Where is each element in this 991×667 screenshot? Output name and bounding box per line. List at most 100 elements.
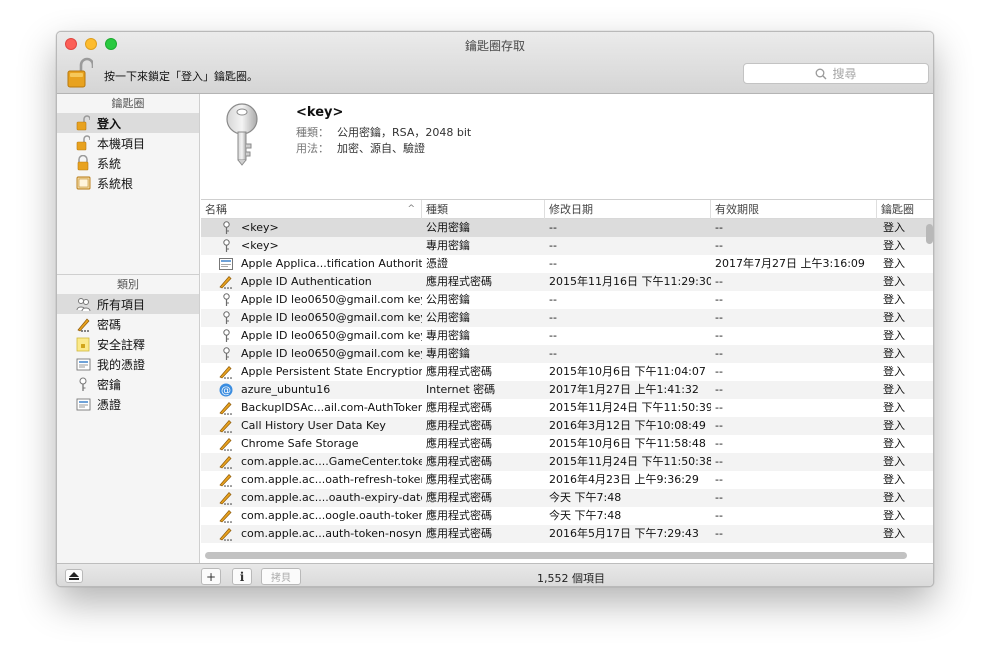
cell-expires: -- bbox=[715, 455, 723, 468]
table-row[interactable]: Apple ID leo0650@gmail.com key 專用密鑰 -- -- 登入 bbox=[201, 327, 933, 345]
cell-kind: 應用程式密碼 bbox=[426, 491, 492, 504]
cell-name: Chrome Safe Storage bbox=[201, 435, 422, 453]
sidebar-item-label: 安全註釋 bbox=[97, 337, 146, 352]
sidebar-item-label: 本機項目 bbox=[97, 136, 146, 151]
cell-name-text: Apple Applica...tification Authority bbox=[241, 257, 422, 270]
cell-kind: 專用密鑰 bbox=[426, 239, 470, 252]
cell-name-text: Chrome Safe Storage bbox=[241, 437, 359, 450]
pencil-icon bbox=[219, 275, 233, 289]
table-row[interactable]: com.apple.ac....GameCenter.token 應用程式密碼 20… bbox=[201, 453, 933, 471]
cell-name-text: Apple ID leo0650@gmail.com key bbox=[241, 329, 422, 342]
cell-modified: 2015年11月24日 下午11:50:38 bbox=[549, 455, 711, 468]
search-icon bbox=[816, 68, 827, 79]
cell-kind: 公用密鑰 bbox=[426, 293, 470, 306]
lock-open-icon bbox=[67, 57, 95, 88]
column-header-name[interactable]: 名稱 ^ bbox=[201, 200, 422, 219]
table-row[interactable]: Apple ID leo0650@gmail.com key 公用密鑰 -- -- 登入 bbox=[201, 291, 933, 309]
sidebar-item-label: 系統 bbox=[97, 156, 122, 171]
table-row[interactable]: BackupIDSAc...ail.com-AuthToken 應用程式密碼 201… bbox=[201, 399, 933, 417]
table-row[interactable]: <key> 公用密鑰 -- -- 登入 bbox=[201, 219, 933, 237]
key-icon bbox=[219, 293, 233, 307]
cell-keychain: 登入 bbox=[883, 311, 905, 324]
sidebar-item-keys[interactable]: 密鑰 bbox=[57, 374, 199, 394]
table-row[interactable]: @ azure_ubuntu16 Internet 密碼 2017年1月27日 上午1… bbox=[201, 381, 933, 399]
add-item-button[interactable]: + bbox=[201, 568, 221, 585]
cell-modified: -- bbox=[549, 221, 557, 234]
table-row[interactable]: <key> 專用密鑰 -- -- 登入 bbox=[201, 237, 933, 255]
lock-keychain-button[interactable] bbox=[67, 57, 95, 89]
column-header-expires[interactable]: 有效期限 bbox=[711, 200, 877, 219]
cell-keychain: 登入 bbox=[883, 257, 905, 270]
cell-expires: -- bbox=[715, 347, 723, 360]
table-row[interactable]: com.apple.ac...oogle.oauth-token 應用程式密碼 今天… bbox=[201, 507, 933, 525]
vertical-scrollbar[interactable] bbox=[926, 224, 933, 244]
show-sidebar-button[interactable] bbox=[65, 569, 83, 583]
item-count: 1,552 個項目 bbox=[537, 572, 605, 585]
horizontal-scrollbar[interactable] bbox=[205, 552, 907, 559]
search-field[interactable]: 搜尋 bbox=[743, 63, 929, 84]
column-header-keychain[interactable]: 鑰匙圈 bbox=[877, 200, 933, 219]
pencil-icon bbox=[75, 316, 91, 332]
sidebar-item-my-certificates[interactable]: 我的憑證 bbox=[57, 354, 199, 374]
item-detail-panel: <key> 種類： 公用密鑰，RSA，2048 bit 用法： 加密、源自、驗證 bbox=[201, 94, 933, 200]
cell-name: Call History User Data Key bbox=[201, 417, 422, 435]
item-usage-label: 用法： bbox=[296, 142, 329, 155]
pencil-icon bbox=[219, 491, 233, 505]
cell-name-text: com.apple.ac...oath-refresh-token bbox=[241, 473, 422, 486]
cell-kind: 應用程式密碼 bbox=[426, 275, 492, 288]
sidebar-item-login[interactable]: 登入 bbox=[57, 113, 199, 133]
cell-name: com.apple.ac....oauth-expiry-date bbox=[201, 489, 422, 507]
search-placeholder: 搜尋 bbox=[832, 67, 857, 81]
table-body: <key> 公用密鑰 -- -- 登入 <key> 專用密鑰 -- -- 登入 Apple Appl… bbox=[201, 219, 933, 543]
table-row[interactable]: com.apple.ac...oath-refresh-token 應用程式密碼 2… bbox=[201, 471, 933, 489]
table-row[interactable]: Apple Persistent State Encryption 應用程式密碼 2… bbox=[201, 363, 933, 381]
cabinet-icon bbox=[75, 175, 91, 191]
pencil-icon bbox=[219, 455, 233, 469]
category-section: 類別 所有項目 密碼 安全註釋 我的憑證 密鑰 憑證 bbox=[57, 275, 199, 414]
cell-name: Apple ID leo0650@gmail.com key bbox=[201, 291, 422, 309]
cell-keychain: 登入 bbox=[883, 509, 905, 522]
sidebar-item-passwords[interactable]: 密碼 bbox=[57, 314, 199, 334]
cell-name: Apple ID leo0650@gmail.com key bbox=[201, 327, 422, 345]
cell-expires: -- bbox=[715, 491, 723, 504]
table-row[interactable]: com.apple.ac...auth-token-nosync 應用程式密碼 20… bbox=[201, 525, 933, 543]
cell-modified: -- bbox=[549, 239, 557, 252]
table-row[interactable]: Apple Applica...tification Authority 憑證 --… bbox=[201, 255, 933, 273]
certificate-icon bbox=[75, 356, 91, 372]
at-icon: @ bbox=[219, 383, 233, 397]
cell-name: Apple Applica...tification Authority bbox=[201, 255, 422, 273]
cell-expires: -- bbox=[715, 275, 723, 288]
cell-kind: 專用密鑰 bbox=[426, 347, 470, 360]
cell-keychain: 登入 bbox=[883, 347, 905, 360]
cell-expires: -- bbox=[715, 437, 723, 450]
item-usage-value: 加密、源自、驗證 bbox=[337, 142, 425, 155]
table-row[interactable]: Chrome Safe Storage 應用程式密碼 2015年10月6日 下午11… bbox=[201, 435, 933, 453]
sidebar-item-label: 我的憑證 bbox=[97, 357, 146, 372]
keychains-header: 鑰匙圈 bbox=[111, 97, 145, 110]
table-row[interactable]: Call History User Data Key 應用程式密碼 2016年3月1… bbox=[201, 417, 933, 435]
sidebar-item-label: 登入 bbox=[97, 116, 122, 131]
table-row[interactable]: Apple ID Authentication 應用程式密碼 2015年11月16日… bbox=[201, 273, 933, 291]
table-row[interactable]: com.apple.ac....oauth-expiry-date 應用程式密碼 今… bbox=[201, 489, 933, 507]
sidebar-item-all-items[interactable]: 所有項目 bbox=[57, 294, 199, 314]
sidebar-item-system[interactable]: 系統 bbox=[57, 153, 199, 173]
category-header: 類別 bbox=[117, 278, 139, 291]
table-row[interactable]: Apple ID leo0650@gmail.com key 專用密鑰 -- -- 登入 bbox=[201, 345, 933, 363]
get-info-button[interactable]: i bbox=[232, 568, 252, 585]
column-header-modified[interactable]: 修改日期 bbox=[545, 200, 711, 219]
copy-button[interactable]: 拷貝 bbox=[261, 568, 301, 585]
column-header-kind[interactable]: 種類 bbox=[422, 200, 545, 219]
lock-closed-icon bbox=[75, 155, 91, 171]
sort-ascending-icon: ^ bbox=[407, 204, 415, 214]
column-header-label: 有效期限 bbox=[715, 203, 759, 216]
cell-keychain: 登入 bbox=[883, 383, 905, 396]
sidebar-item-secure-notes[interactable]: 安全註釋 bbox=[57, 334, 199, 354]
sidebar-item-certificates[interactable]: 憑證 bbox=[57, 394, 199, 414]
cell-name-text: Apple ID Authentication bbox=[241, 275, 372, 288]
pencil-icon bbox=[219, 419, 233, 433]
table-row[interactable]: Apple ID leo0650@gmail.com key 公用密鑰 -- -- 登入 bbox=[201, 309, 933, 327]
item-name: <key> bbox=[296, 105, 344, 120]
cell-name-text: Apple Persistent State Encryption bbox=[241, 365, 422, 378]
sidebar-item-local-items[interactable]: 本機項目 bbox=[57, 133, 199, 153]
sidebar-item-system-roots[interactable]: 系統根 bbox=[57, 173, 199, 193]
